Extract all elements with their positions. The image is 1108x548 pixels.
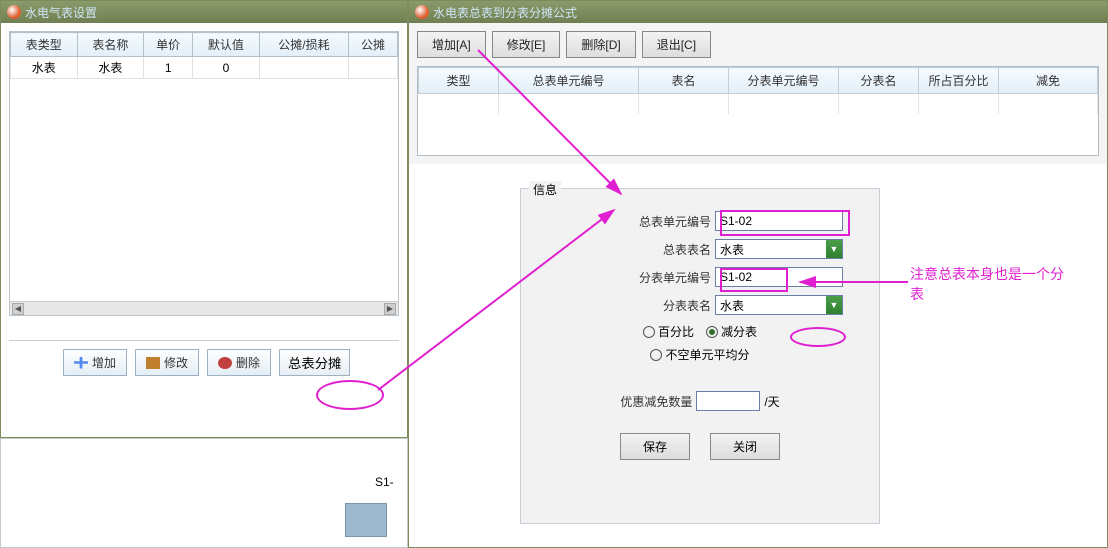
meter-settings-window: 水电气表设置 表类型 表名称 单价 默认值 公摊/损耗 公摊 水表 水表 1 <box>0 0 408 438</box>
col-type[interactable]: 类型 <box>419 68 499 94</box>
info-fieldset: 信息 总表单元编号 总表表名 水表 ▼ 分表单元编号 分表表名 水表 ▼ 百分比 <box>520 188 880 524</box>
col-main-unit[interactable]: 总表单元编号 <box>499 68 639 94</box>
dropdown-icon[interactable]: ▼ <box>826 296 842 314</box>
col-price[interactable]: 单价 <box>144 33 193 57</box>
subtract-radio[interactable]: 减分表 <box>706 323 757 340</box>
fragment-box <box>345 503 387 537</box>
discount-qty-input[interactable] <box>696 391 760 411</box>
discount-qty-label: 优惠减免数量 <box>620 393 692 410</box>
window-title-right: 水电表总表到分表分摊公式 <box>433 4 577 21</box>
sub-unit-input[interactable] <box>715 267 843 287</box>
main-unit-label: 总表单元编号 <box>623 213 711 230</box>
scroll-right-icon[interactable]: ▶ <box>384 303 396 315</box>
allocation-table[interactable]: 类型 总表单元编号 表名 分表单元编号 分表名 所占百分比 减免 <box>418 67 1098 114</box>
main-name-combo[interactable]: 水表 ▼ <box>715 239 843 259</box>
sub-unit-label: 分表单元编号 <box>623 269 711 286</box>
background-fragment: S1- <box>0 438 408 548</box>
edit-e-button[interactable]: 修改[E] <box>492 31 561 58</box>
summary-allocation-button[interactable]: 总表分摊 <box>279 349 350 376</box>
col-gongtan2[interactable]: 公摊 <box>349 33 398 57</box>
plus-icon <box>74 357 88 369</box>
percent-label: 百分比 <box>658 323 694 340</box>
main-name-value: 水表 <box>716 241 826 258</box>
edit-button[interactable]: 修改 <box>135 349 199 376</box>
cell-gongtan <box>259 57 348 79</box>
annotation-text: 注意总表本身也是一个分表 <box>910 265 1070 304</box>
col-gongtan[interactable]: 公摊/损耗 <box>259 33 348 57</box>
main-unit-input[interactable] <box>715 211 843 231</box>
allocation-table-wrap: 类型 总表单元编号 表名 分表单元编号 分表名 所占百分比 减免 <box>417 66 1099 156</box>
app-icon <box>415 5 429 19</box>
window-title-left: 水电气表设置 <box>25 4 97 21</box>
percent-radio[interactable]: 百分比 <box>643 323 694 340</box>
col-default[interactable]: 默认值 <box>193 33 260 57</box>
horizontal-scrollbar[interactable]: ◀ ▶ <box>10 301 398 315</box>
cell-gongtan2 <box>349 57 398 79</box>
edit-icon <box>146 357 160 369</box>
avg-label: 不空单元平均分 <box>665 346 749 363</box>
close-button[interactable]: 关闭 <box>710 433 780 460</box>
cell-price: 1 <box>144 57 193 79</box>
radio-icon <box>643 326 655 338</box>
col-percent[interactable]: 所占百分比 <box>919 68 999 94</box>
subtract-label: 减分表 <box>721 323 757 340</box>
cell-type: 水表 <box>11 57 78 79</box>
scroll-track[interactable] <box>26 304 382 314</box>
cell-name: 水表 <box>77 57 144 79</box>
col-main-name[interactable]: 表名 <box>639 68 729 94</box>
save-button[interactable]: 保存 <box>620 433 690 460</box>
scroll-left-icon[interactable]: ◀ <box>12 303 24 315</box>
fieldset-legend: 信息 <box>529 181 561 198</box>
edit-label: 修改 <box>164 354 188 371</box>
col-sub-name[interactable]: 分表名 <box>839 68 919 94</box>
delete-label: 删除 <box>236 354 260 371</box>
avg-radio[interactable]: 不空单元平均分 <box>650 346 749 363</box>
dropdown-icon[interactable]: ▼ <box>826 240 842 258</box>
table-row[interactable]: 水表 水表 1 0 <box>11 57 398 79</box>
col-name[interactable]: 表名称 <box>77 33 144 57</box>
unit-day-label: /天 <box>764 393 779 410</box>
col-sub-unit[interactable]: 分表单元编号 <box>729 68 839 94</box>
col-discount[interactable]: 减免 <box>999 68 1098 94</box>
add-label: 增加 <box>92 354 116 371</box>
radio-icon <box>650 349 662 361</box>
sub-name-value: 水表 <box>716 297 826 314</box>
titlebar-left[interactable]: 水电气表设置 <box>1 1 407 23</box>
summary-label: 总表分摊 <box>288 356 341 371</box>
sub-name-combo[interactable]: 水表 ▼ <box>715 295 843 315</box>
col-type[interactable]: 表类型 <box>11 33 78 57</box>
titlebar-right[interactable]: 水电表总表到分表分摊公式 <box>409 1 1107 23</box>
delete-button[interactable]: 删除 <box>207 349 271 376</box>
app-icon <box>7 5 21 19</box>
sub-name-label: 分表表名 <box>623 297 711 314</box>
meter-table[interactable]: 表类型 表名称 单价 默认值 公摊/损耗 公摊 水表 水表 1 0 <box>10 32 398 79</box>
exit-c-button[interactable]: 退出[C] <box>642 31 711 58</box>
delete-d-button[interactable]: 删除[D] <box>566 31 635 58</box>
radio-selected-icon <box>706 326 718 338</box>
cell-default: 0 <box>193 57 260 79</box>
fragment-label: S1- <box>375 475 394 489</box>
add-button[interactable]: 增加 <box>63 349 127 376</box>
main-name-label: 总表表名 <box>623 241 711 258</box>
add-a-button[interactable]: 增加[A] <box>417 31 486 58</box>
delete-icon <box>218 357 232 369</box>
meter-table-wrap: 表类型 表名称 单价 默认值 公摊/损耗 公摊 水表 水表 1 0 <box>9 31 399 316</box>
table-row[interactable] <box>419 94 1098 114</box>
